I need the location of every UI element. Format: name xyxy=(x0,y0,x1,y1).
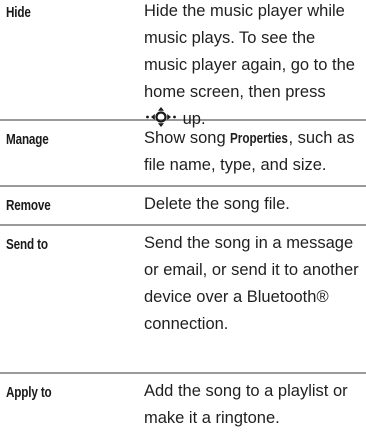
option-description: Delete the song file. xyxy=(144,195,290,213)
table-row-hide: Hide Hide the music player while music p… xyxy=(0,0,366,128)
option-term: Send to xyxy=(6,236,48,253)
table-row-manage: Manage Show song Properties, such as fil… xyxy=(0,121,366,187)
option-term: Apply to xyxy=(6,384,52,401)
option-term: Hide xyxy=(6,4,31,21)
description-text: Show song xyxy=(144,129,226,147)
option-description: Show song Properties, such as file name,… xyxy=(144,125,362,179)
description-text: Hide the music player while music plays.… xyxy=(144,2,355,101)
table-row-apply-to: Apply to Add the song to a playlist or m… xyxy=(0,374,366,429)
option-term: Manage xyxy=(6,131,49,148)
option-term: Remove xyxy=(6,197,51,214)
table-row-send-to: Send to Send the song in a message or em… xyxy=(0,226,366,374)
option-description: Send the song in a message or email, or … xyxy=(144,234,359,333)
options-table: Hide Hide the music player while music p… xyxy=(0,0,366,429)
option-description: Hide the music player while music plays.… xyxy=(144,0,362,133)
ui-term-properties: Properties xyxy=(230,130,289,147)
option-description: Add the song to a playlist or make it a … xyxy=(144,382,348,427)
table-row-remove: Remove Delete the song file. xyxy=(0,187,366,226)
